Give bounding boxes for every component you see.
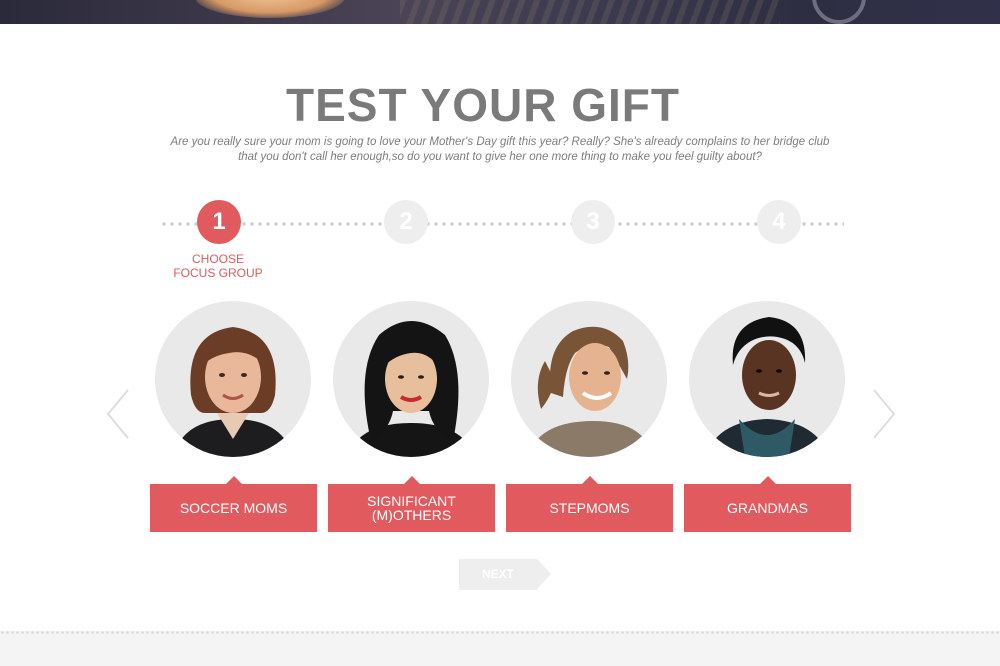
focus-group-significant-mothers[interactable]: SIGNIFICANT (M)OTHERS xyxy=(328,301,495,533)
group-label-line-1: SIGNIFICANT xyxy=(367,493,456,509)
hero-hand-image xyxy=(195,0,345,18)
next-button-arrow[interactable] xyxy=(537,559,551,589)
group-label-line-1: GRANDMAS xyxy=(727,500,808,516)
focus-group-soccer-moms[interactable]: SOCCER MOMS xyxy=(150,301,317,533)
next-button[interactable]: NEXT xyxy=(459,559,537,590)
focus-group-label: GRANDMAS xyxy=(684,484,851,532)
group-label-line-2: (M)OTHERS xyxy=(371,507,452,523)
step-1[interactable]: 1 xyxy=(197,200,241,244)
hero-ring-decoration xyxy=(812,0,866,24)
page-title: TEST YOUR GIFT xyxy=(286,79,680,131)
step-dotted-line xyxy=(160,222,844,226)
page-subtitle: Are you really sure your mom is going to… xyxy=(150,135,850,165)
card-pointer xyxy=(226,476,242,484)
chevron-left-icon xyxy=(104,388,134,440)
carousel-prev-button[interactable] xyxy=(104,388,134,440)
footer-divider xyxy=(0,631,1000,666)
card-pointer xyxy=(404,476,420,484)
step-2[interactable]: 2 xyxy=(384,200,428,244)
step-label-line-1: CHOOSE xyxy=(191,252,244,266)
portrait-grandmas xyxy=(689,301,845,457)
hero-image-strip xyxy=(0,0,1000,24)
step-4[interactable]: 4 xyxy=(757,200,801,244)
focus-group-label: STEPMOMS xyxy=(506,484,673,532)
group-label-line-1: STEPMOMS xyxy=(549,500,630,516)
step-3[interactable]: 3 xyxy=(571,200,615,244)
portrait-soccer-moms xyxy=(155,301,311,457)
focus-group-grandmas[interactable]: GRANDMAS xyxy=(684,301,851,533)
step-indicator: 1 2 3 4 xyxy=(160,200,844,246)
step-label-line-2: FOCUS GROUP xyxy=(173,266,263,280)
subtitle-line-1: Are you really sure your mom is going to… xyxy=(170,136,830,148)
focus-group-label: SOCCER MOMS xyxy=(150,484,317,532)
subtitle-line-2: that you don't call her enough,so do you… xyxy=(238,151,762,163)
chevron-right-icon xyxy=(868,388,898,440)
focus-group-label: SIGNIFICANT (M)OTHERS xyxy=(328,484,495,532)
card-pointer xyxy=(760,476,776,484)
active-step-label: CHOOSE FOCUS GROUP xyxy=(160,252,276,280)
portrait-significant-mothers xyxy=(333,301,489,457)
carousel-next-button[interactable] xyxy=(868,388,898,440)
focus-group-stepmoms[interactable]: STEPMOMS xyxy=(506,301,673,533)
portrait-stepmoms xyxy=(511,301,667,457)
group-label-line-1: SOCCER MOMS xyxy=(179,500,288,516)
hero-background-pattern xyxy=(400,0,780,24)
card-pointer xyxy=(582,476,598,484)
